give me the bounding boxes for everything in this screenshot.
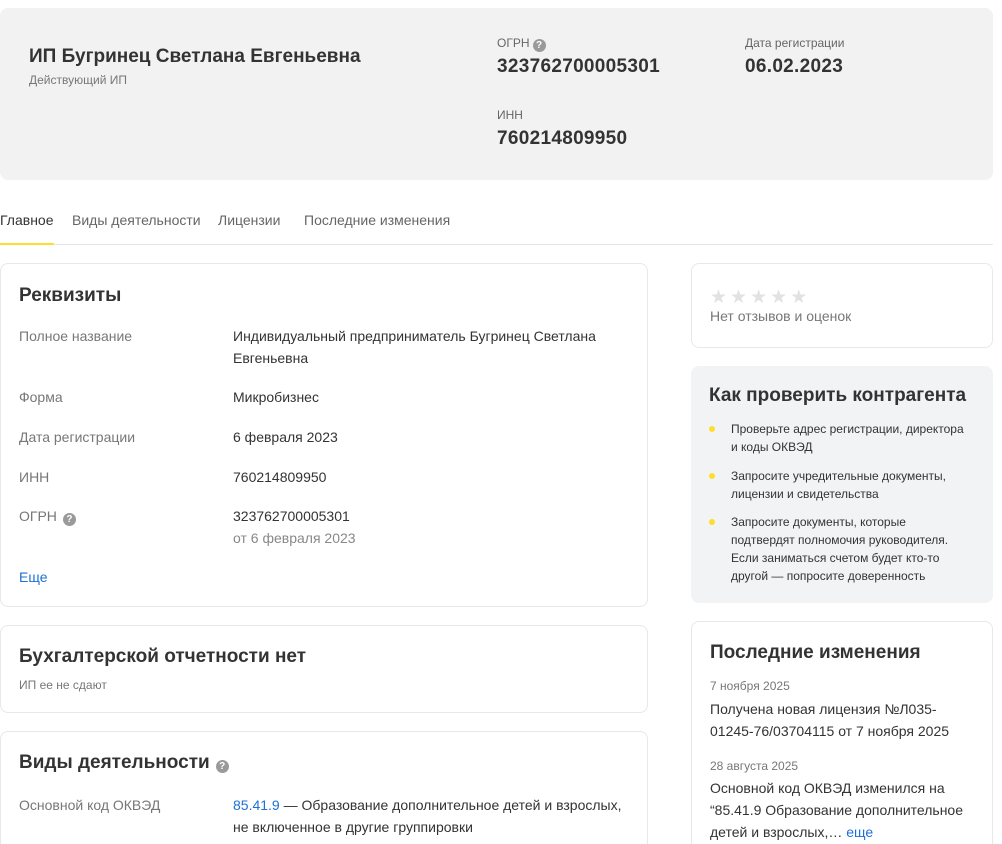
rating-card: ★★★★★ Нет отзывов и оценок: [691, 263, 993, 348]
form-value: Микробизнес: [233, 389, 319, 405]
company-header: ИП Бугринец Светлана Евгеньевна Действую…: [0, 8, 993, 180]
company-status: Действующий ИП: [29, 73, 127, 87]
change-date: 7 ноября 2025: [710, 679, 790, 693]
activities-title: Виды деятельности: [19, 752, 210, 773]
check-item-text: Запросите документы, которые подтвердят …: [731, 515, 949, 583]
more-link[interactable]: Еще: [19, 569, 48, 585]
changes-title: Последние изменения: [710, 642, 921, 663]
ogrn-value: 323762700005301: [233, 508, 350, 524]
check-title: Как проверить контрагента: [709, 385, 967, 406]
tab-licenses[interactable]: Лицензии: [218, 212, 280, 228]
star-icon[interactable]: ★: [770, 287, 790, 308]
bullet-icon: [709, 473, 715, 479]
check-card: Как проверить контрагента Проверьте адре…: [691, 366, 993, 603]
inn-label: ИНН: [497, 108, 523, 122]
inn-value: 760214809950: [497, 128, 628, 149]
ogrn-value: 323762700005301: [497, 56, 661, 77]
full-name-label: Полное название: [19, 328, 133, 344]
ogrn-date: от 6 февраля 2023: [233, 530, 356, 546]
star-icon[interactable]: ★: [750, 287, 770, 308]
ogrn-label: ОГРН: [497, 36, 530, 50]
tab-activities[interactable]: Виды деятельности: [72, 212, 201, 228]
ogrn-row-label: ОГРН?: [19, 508, 76, 526]
ogrn-label: ОГРН: [19, 508, 57, 524]
activities-card: Виды деятельности? Основной код ОКВЭД 85…: [0, 731, 648, 844]
bullet-icon: [709, 426, 715, 432]
reg-label: Дата регистрации: [19, 429, 136, 445]
star-icon[interactable]: ★: [730, 287, 750, 308]
tab-main[interactable]: Главное: [0, 212, 54, 245]
change-more-link[interactable]: еще: [846, 824, 873, 840]
company-name: ИП Бугринец Светлана Евгеньевна: [29, 46, 361, 67]
ogrn-label-wrap: ОГРН?: [497, 36, 546, 52]
reg-date-label: Дата регистрации: [745, 36, 845, 50]
main-code-label: Основной код ОКВЭД: [19, 797, 161, 813]
okved-code-link[interactable]: 85.41.9: [233, 797, 280, 813]
tab-bar: Главное Виды деятельности Лицензии После…: [0, 204, 993, 245]
tab-changes[interactable]: Последние изменения: [304, 212, 450, 228]
help-icon[interactable]: ?: [532, 39, 546, 52]
check-item-text: Запросите учредительные документы, лицен…: [731, 469, 946, 501]
activities-title-wrap: Виды деятельности?: [19, 752, 229, 774]
main-code-text: 85.41.9 — Образование дополнительное дет…: [233, 794, 633, 838]
star-icon[interactable]: ★: [790, 287, 810, 308]
help-icon[interactable]: ?: [62, 513, 76, 526]
rating-text: Нет отзывов и оценок: [710, 308, 852, 324]
change-text: Основной код ОКВЭД изменился на “85.41.9…: [710, 780, 964, 840]
okved-code-desc: — Образование дополнительное детей и взр…: [233, 797, 622, 835]
rating-stars[interactable]: ★★★★★: [710, 286, 810, 309]
check-item-text: Проверьте адрес регистрации, директора и…: [731, 422, 964, 454]
accounting-card: Бухгалтерской отчетности нет ИП ее не сд…: [0, 625, 648, 713]
accounting-subtitle: ИП ее не сдают: [19, 678, 107, 692]
full-name-value: Индивидуальный предприниматель Бугринец …: [233, 328, 596, 366]
form-label: Форма: [19, 389, 63, 405]
reg-date-value: 06.02.2023: [745, 56, 844, 77]
change-text: Получена новая лицензия №Л035-01245-76/0…: [710, 701, 950, 739]
help-icon[interactable]: ?: [215, 760, 229, 773]
star-icon[interactable]: ★: [710, 287, 730, 308]
accounting-title: Бухгалтерской отчетности нет: [19, 646, 307, 667]
reg-value: 6 февраля 2023: [233, 429, 338, 445]
change-date: 28 августа 2025: [710, 759, 799, 773]
bullet-icon: [709, 519, 715, 525]
requisites-title: Реквизиты: [19, 285, 122, 306]
requisites-card: Реквизиты Полное название Индивидуальный…: [0, 263, 648, 607]
change-text-wrap: Основной код ОКВЭД изменился на “85.41.9…: [710, 777, 978, 843]
inn-value: 760214809950: [233, 469, 327, 485]
inn-label: ИНН: [19, 469, 50, 485]
changes-card: Последние изменения 7 ноября 2025 Получе…: [691, 621, 993, 844]
